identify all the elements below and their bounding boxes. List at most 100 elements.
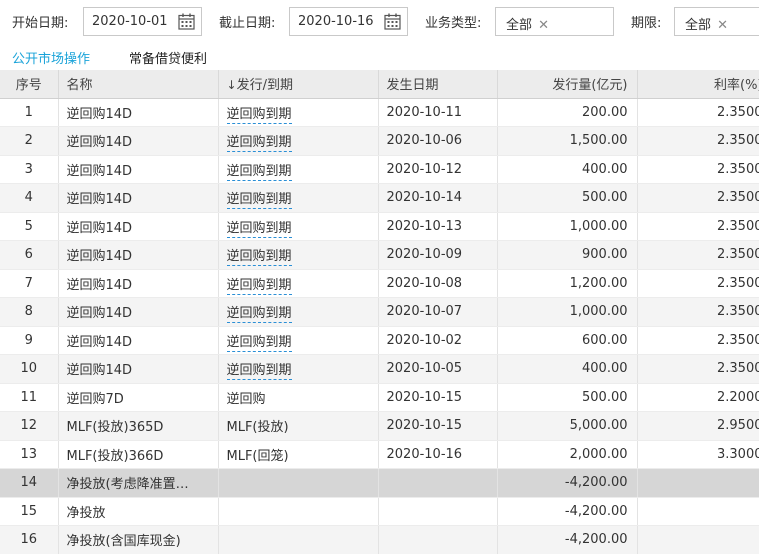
tab-standing-lending[interactable]: 常备借贷便利: [129, 48, 207, 67]
cell-name: 逆回购14D: [58, 269, 219, 298]
table-row[interactable]: 12 MLF(投放)365D MLF(投放) 2020-10-15 5,000.00 2.…: [0, 411, 759, 441]
header-rate[interactable]: 利率(%): [637, 70, 759, 99]
end-date-field[interactable]: 2020-10-16: [289, 7, 408, 36]
close-icon[interactable]: ✕: [717, 18, 728, 33]
business-type-label: 业务类型:: [425, 16, 482, 31]
header-date[interactable]: 发生日期: [378, 70, 498, 99]
table-row[interactable]: 8 逆回购14D 逆回购到期 2020-10-07 1,000.00 2.3500: [0, 297, 759, 327]
operation-tabs: 公开市场操作 常备借贷便利: [0, 44, 759, 68]
cell-rate: 2.3500: [637, 155, 759, 184]
table-row[interactable]: 6 逆回购14D 逆回购到期 2020-10-09 900.00 2.3500: [0, 240, 759, 270]
term-select[interactable]: 全部 ✕: [674, 7, 759, 36]
cell-date: 2020-10-06: [378, 126, 498, 156]
type-link[interactable]: 逆回购到期: [226, 135, 292, 153]
cell-no: 10: [0, 354, 59, 384]
table-row[interactable]: 14 净投放(考虑降准置… -4,200.00: [0, 468, 759, 498]
cell-type: 逆回购到期: [218, 354, 379, 384]
cell-date: 2020-10-16: [378, 440, 498, 469]
header-type[interactable]: ↓发行/到期: [218, 70, 379, 99]
calendar-icon[interactable]: [178, 13, 195, 30]
cell-type: [218, 468, 379, 498]
header-amount[interactable]: 发行量(亿元): [497, 70, 638, 99]
header-name[interactable]: 名称: [58, 70, 219, 99]
cell-date: 2020-10-15: [378, 383, 498, 412]
cell-rate: 2.3500: [637, 326, 759, 355]
cell-name: MLF(投放)366D: [58, 440, 219, 469]
cell-amount: 1,000.00: [497, 212, 638, 241]
cell-name: 逆回购14D: [58, 326, 219, 355]
table-row[interactable]: 9 逆回购14D 逆回购到期 2020-10-02 600.00 2.3500: [0, 326, 759, 355]
table-row[interactable]: 5 逆回购14D 逆回购到期 2020-10-13 1,000.00 2.3500: [0, 212, 759, 241]
type-link[interactable]: 逆回购到期: [226, 106, 292, 124]
cell-type: 逆回购到期: [218, 126, 379, 156]
cell-no: 2: [0, 126, 59, 156]
cell-name: 逆回购7D: [58, 383, 219, 412]
cell-no: 7: [0, 269, 59, 298]
cell-rate: 2.3500: [637, 126, 759, 156]
cell-name: 逆回购14D: [58, 98, 219, 127]
table-row[interactable]: 16 净投放(含国库现金) -4,200.00: [0, 525, 759, 554]
cell-no: 12: [0, 411, 59, 441]
cell-rate: 2.3500: [637, 297, 759, 327]
close-icon[interactable]: ✕: [538, 18, 549, 33]
cell-name: 净投放(含国库现金): [58, 525, 219, 554]
cell-amount: 2,000.00: [497, 440, 638, 469]
table-row[interactable]: 4 逆回购14D 逆回购到期 2020-10-14 500.00 2.3500: [0, 183, 759, 213]
cell-amount: 400.00: [497, 354, 638, 384]
table-row[interactable]: 1 逆回购14D 逆回购到期 2020-10-11 200.00 2.3500: [0, 98, 759, 127]
cell-amount: 400.00: [497, 155, 638, 184]
table-row[interactable]: 15 净投放 -4,200.00: [0, 497, 759, 526]
cell-amount: 500.00: [497, 183, 638, 213]
table-row[interactable]: 13 MLF(投放)366D MLF(回笼) 2020-10-16 2,000.00 3.…: [0, 440, 759, 469]
cell-no: 1: [0, 98, 59, 127]
cell-no: 13: [0, 440, 59, 469]
tab-open-market[interactable]: 公开市场操作: [12, 48, 90, 67]
header-no[interactable]: 序号: [0, 70, 59, 99]
cell-date: 2020-10-05: [378, 354, 498, 384]
cell-rate: [637, 497, 759, 526]
type-link[interactable]: 逆回购到期: [226, 277, 292, 295]
cell-type: MLF(投放): [218, 411, 379, 441]
cell-name: 净投放(考虑降准置…: [58, 468, 219, 498]
cell-amount: 900.00: [497, 240, 638, 270]
business-type-select[interactable]: 全部 ✕: [495, 7, 614, 36]
table-row[interactable]: 3 逆回购14D 逆回购到期 2020-10-12 400.00 2.3500: [0, 155, 759, 184]
cell-amount: 1,000.00: [497, 297, 638, 327]
type-link[interactable]: 逆回购到期: [226, 306, 292, 324]
cell-date: 2020-10-07: [378, 297, 498, 327]
type-link[interactable]: 逆回购到期: [226, 249, 292, 267]
type-link[interactable]: 逆回购到期: [226, 363, 292, 381]
cell-no: 6: [0, 240, 59, 270]
end-date-label: 截止日期:: [219, 16, 276, 31]
cell-amount: 500.00: [497, 383, 638, 412]
table-row[interactable]: 2 逆回购14D 逆回购到期 2020-10-06 1,500.00 2.3500: [0, 126, 759, 156]
calendar-icon[interactable]: [384, 13, 401, 30]
cell-rate: 2.3500: [637, 240, 759, 270]
cell-no: 3: [0, 155, 59, 184]
type-link[interactable]: 逆回购到期: [226, 334, 292, 352]
cell-name: 逆回购14D: [58, 212, 219, 241]
table-row[interactable]: 11 逆回购7D 逆回购 2020-10-15 500.00 2.2000: [0, 383, 759, 412]
header-type-label: 发行/到期: [236, 78, 293, 94]
cell-type: 逆回购到期: [218, 98, 379, 127]
type-link[interactable]: 逆回购到期: [226, 192, 292, 210]
table-row[interactable]: 7 逆回购14D 逆回购到期 2020-10-08 1,200.00 2.3500: [0, 269, 759, 298]
cell-type: 逆回购到期: [218, 240, 379, 270]
table-row[interactable]: 10 逆回购14D 逆回购到期 2020-10-05 400.00 2.3500: [0, 354, 759, 384]
cell-rate: 2.3500: [637, 354, 759, 384]
cell-name: 逆回购14D: [58, 183, 219, 213]
start-date-field[interactable]: 2020-10-01: [83, 7, 202, 36]
filter-bar: 开始日期: 2020-10-01 截止日期: 2020-10-16 业务类型: …: [0, 0, 759, 42]
type-link[interactable]: 逆回购到期: [226, 220, 292, 238]
cell-rate: 2.3500: [637, 212, 759, 241]
cell-no: 11: [0, 383, 59, 412]
cell-no: 8: [0, 297, 59, 327]
type-link[interactable]: 逆回购到期: [226, 163, 292, 181]
cell-no: 9: [0, 326, 59, 355]
cell-amount: -4,200.00: [497, 497, 638, 526]
cell-amount: 1,500.00: [497, 126, 638, 156]
cell-type: 逆回购到期: [218, 212, 379, 241]
cell-type: MLF(回笼): [218, 440, 379, 469]
cell-amount: 1,200.00: [497, 269, 638, 298]
cell-rate: [637, 525, 759, 554]
